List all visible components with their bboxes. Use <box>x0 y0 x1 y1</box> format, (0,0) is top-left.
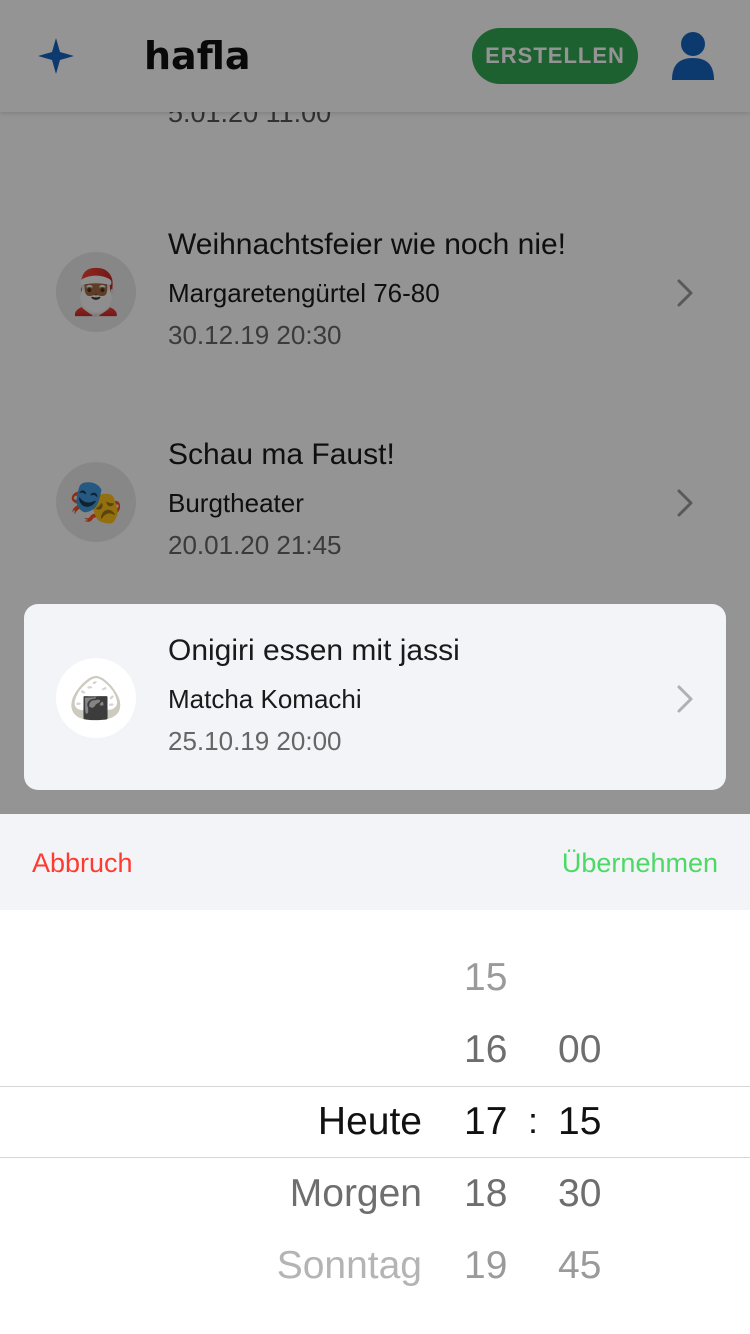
datetime-picker[interactable]: Heute Morgen Sonntag 15 16 17 18 19 : 00… <box>0 910 750 1334</box>
event-item-selected[interactable]: 🍙 Onigiri essen mit jassi Matcha Komachi… <box>24 604 726 790</box>
hour-option[interactable]: 15 <box>464 956 507 1000</box>
event-date: 25.10.19 20:00 <box>168 726 342 756</box>
minute-option[interactable]: 45 <box>558 1244 601 1288</box>
selection-top-line <box>0 1086 750 1087</box>
hour-option[interactable]: 16 <box>464 1028 507 1072</box>
day-option[interactable]: Morgen <box>290 1172 422 1216</box>
chevron-right-icon <box>677 685 693 713</box>
header-dim-overlay <box>0 0 750 112</box>
event-list: 5.01.20 11:00 🎅🏾 Weihnachtsfeier wie noc… <box>0 112 750 814</box>
minute-option[interactable]: 30 <box>558 1172 601 1216</box>
event-place: Matcha Komachi <box>168 684 362 714</box>
selection-bottom-line <box>0 1157 750 1158</box>
day-option[interactable]: Sonntag <box>277 1244 422 1288</box>
apply-button[interactable]: Übernehmen <box>562 848 718 879</box>
minute-option[interactable]: 00 <box>558 1028 601 1072</box>
onigiri-icon: 🍙 <box>56 658 136 738</box>
minute-option-selected[interactable]: 15 <box>558 1100 601 1144</box>
day-option-selected[interactable]: Heute <box>318 1100 422 1144</box>
hour-option[interactable]: 19 <box>464 1244 507 1288</box>
hour-option[interactable]: 18 <box>464 1172 507 1216</box>
cancel-button[interactable]: Abbruch <box>32 848 133 879</box>
time-separator: : <box>528 1100 539 1141</box>
hour-option-selected[interactable]: 17 <box>464 1100 507 1144</box>
picker-toolbar: Abbruch Übernehmen <box>0 814 750 910</box>
event-title: Onigiri essen mit jassi <box>168 634 460 667</box>
